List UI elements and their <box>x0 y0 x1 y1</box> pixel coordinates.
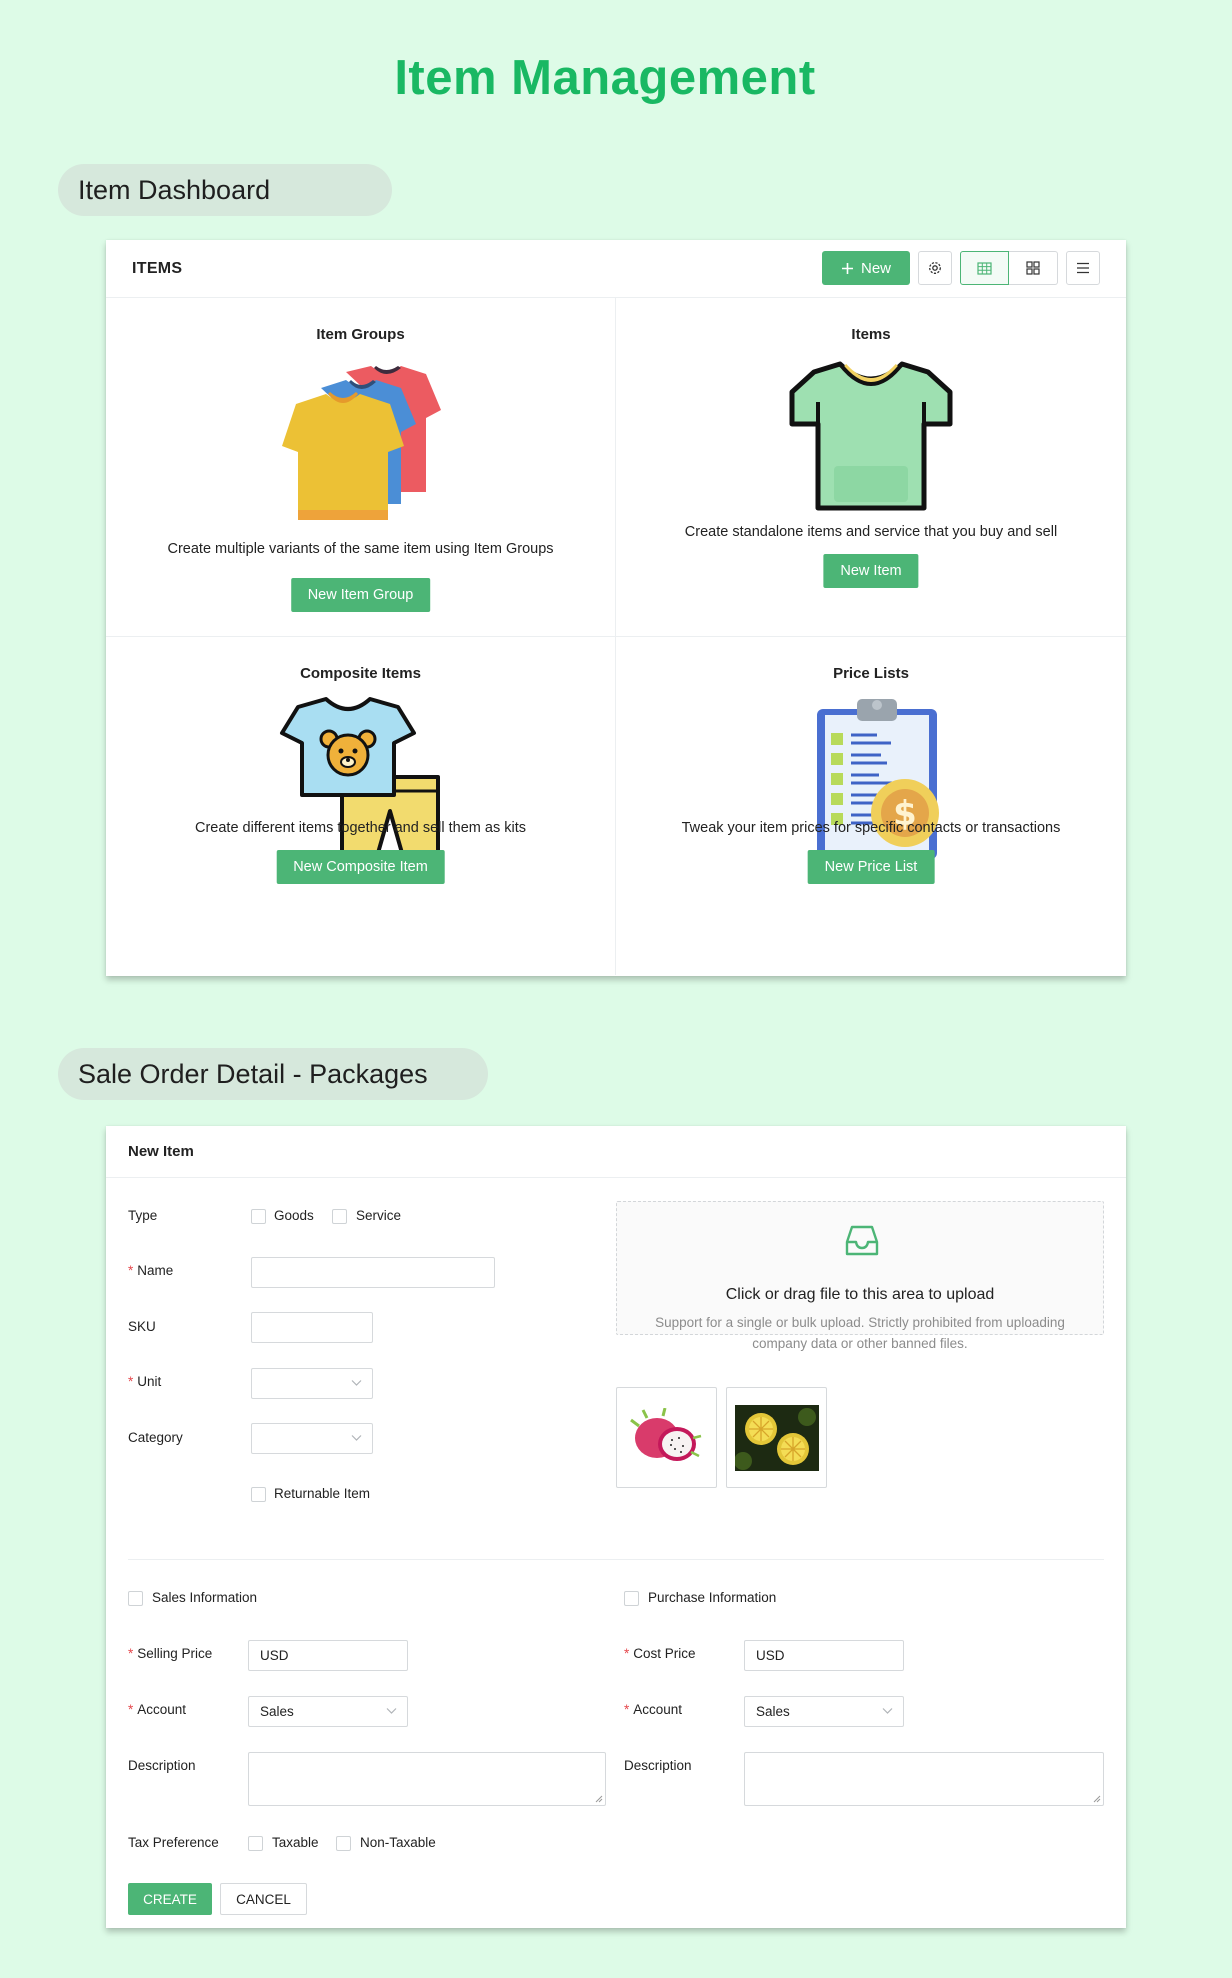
new-item-group-button[interactable]: New Item Group <box>290 578 431 612</box>
items-dashboard-card: ITEMS New Item Groups Create multiple va… <box>106 240 1126 976</box>
new-price-list-button[interactable]: New Price List <box>807 849 935 884</box>
resize-handle-icon <box>1093 1795 1101 1803</box>
card-description: Create different items together and sell… <box>195 819 526 836</box>
form-title: New Item <box>128 1143 194 1160</box>
cost-price-label: * Cost Price <box>624 1646 696 1661</box>
image-thumbnail[interactable] <box>616 1387 717 1488</box>
chevron-down-icon <box>351 1380 362 1386</box>
menu-icon <box>1077 262 1089 274</box>
returnable-label: Returnable Item <box>274 1486 371 1501</box>
sales-information-label: Sales Information <box>152 1590 258 1605</box>
selling-price-value: USD <box>260 1648 289 1663</box>
goods-checkbox[interactable] <box>251 1209 266 1224</box>
menu-button[interactable] <box>1066 251 1100 285</box>
gear-icon <box>929 262 941 274</box>
dashboard-header: ITEMS New <box>106 240 1126 298</box>
shirts-stack-icon <box>281 366 441 520</box>
citrus-fruit-image <box>734 1404 819 1471</box>
image-thumbnail[interactable] <box>726 1387 827 1488</box>
upload-hint: Support for a single or bulk upload. Str… <box>655 1315 1065 1351</box>
sales-description-textarea[interactable] <box>248 1752 606 1806</box>
sku-label: SKU <box>128 1319 156 1334</box>
section-label-form: Sale Order Detail - Packages <box>58 1048 488 1100</box>
view-toggle <box>960 251 1058 285</box>
card-description: Create standalone items and service that… <box>684 524 1058 540</box>
category-label: Category <box>128 1430 183 1445</box>
card-title: Items <box>851 326 891 343</box>
card-title: Item Groups <box>316 326 405 343</box>
table-view-button[interactable] <box>960 251 1009 285</box>
chevron-down-icon <box>882 1708 893 1714</box>
tshirt-icon <box>789 361 953 511</box>
new-item-button[interactable]: New Item <box>823 554 919 588</box>
cost-price-value: USD <box>756 1648 785 1663</box>
unit-label: * Unit <box>128 1374 162 1389</box>
upload-dropzone[interactable]: Click or drag file to this area to uploa… <box>616 1201 1104 1351</box>
dashboard-grid: Item Groups Create multiple variants of … <box>106 298 1126 975</box>
inbox-icon <box>845 1225 879 1256</box>
name-input[interactable] <box>251 1257 495 1288</box>
selling-price-input[interactable]: USD <box>248 1640 408 1671</box>
new-composite-item-button[interactable]: New Composite Item <box>276 849 445 884</box>
purchase-description-label: Description <box>624 1758 692 1773</box>
resize-handle-icon <box>595 1795 603 1803</box>
purchase-information-label: Purchase Information <box>648 1590 777 1605</box>
card-description: Create multiple variants of the same ite… <box>167 541 554 557</box>
tax-preference-label: Tax Preference <box>128 1835 219 1850</box>
purchase-account-select[interactable]: Sales <box>744 1696 904 1727</box>
goods-label: Goods <box>274 1208 314 1223</box>
purchase-description-textarea[interactable] <box>744 1752 1104 1806</box>
sales-description-label: Description <box>128 1758 196 1773</box>
new-button[interactable]: New <box>822 251 910 285</box>
chevron-down-icon <box>351 1435 362 1441</box>
upload-title: Click or drag file to this area to uploa… <box>725 1286 995 1303</box>
card-item-groups: Item Groups Create multiple variants of … <box>106 298 616 637</box>
sales-information-checkbox[interactable] <box>128 1591 143 1606</box>
card-title: Composite Items <box>300 664 421 682</box>
taxable-checkbox[interactable] <box>248 1836 263 1851</box>
purchase-account-label: * Account <box>624 1702 683 1717</box>
price-list-clipboard-icon: $ <box>817 698 939 859</box>
plus-icon <box>841 262 853 274</box>
type-label: Type <box>128 1208 158 1223</box>
grid-view-button[interactable] <box>1009 251 1058 285</box>
card-price-lists: Price Lists $ Tweak your item prices for… <box>616 637 1126 976</box>
cost-price-input[interactable]: USD <box>744 1640 904 1671</box>
section-label-dashboard: Item Dashboard <box>58 164 392 216</box>
card-items: Items Create standalone items and servic… <box>616 298 1126 637</box>
purchase-information-checkbox[interactable] <box>624 1591 639 1606</box>
card-composite-items: Composite Items Create different items t… <box>106 636 616 975</box>
selling-price-label: * Selling Price <box>128 1646 213 1661</box>
category-select[interactable] <box>251 1423 373 1454</box>
non-taxable-checkbox[interactable] <box>336 1836 351 1851</box>
dashboard-title: ITEMS <box>132 259 183 277</box>
new-button-label: New <box>860 259 891 277</box>
dragon-fruit-image <box>629 1407 701 1461</box>
new-item-form: New Item Type Goods Service * Name SKU * U… <box>106 1126 1126 1928</box>
dashboard-toolbar: New <box>822 251 1100 285</box>
purchase-account-value: Sales <box>756 1704 790 1719</box>
create-button[interactable]: CREATE <box>128 1883 212 1915</box>
name-label: * Name <box>128 1263 174 1278</box>
page-title: Item Management <box>394 51 816 105</box>
sales-account-label: * Account <box>128 1702 187 1717</box>
service-checkbox[interactable] <box>332 1209 347 1224</box>
non-taxable-label: Non-Taxable <box>360 1835 436 1850</box>
sales-account-value: Sales <box>260 1704 294 1719</box>
sales-account-select[interactable]: Sales <box>248 1696 408 1727</box>
grid-view-icon <box>1026 261 1040 275</box>
card-title: Price Lists <box>833 664 909 682</box>
sku-input[interactable] <box>251 1312 373 1343</box>
chevron-down-icon <box>386 1708 397 1714</box>
settings-button[interactable] <box>918 251 952 285</box>
unit-select[interactable] <box>251 1368 373 1399</box>
returnable-checkbox[interactable] <box>251 1487 266 1502</box>
service-label: Service <box>356 1208 402 1223</box>
card-description: Tweak your item prices for specific cont… <box>681 819 1061 836</box>
section-divider <box>128 1559 1104 1560</box>
cancel-button[interactable]: CANCEL <box>220 1883 307 1915</box>
table-view-icon <box>977 261 992 275</box>
taxable-label: Taxable <box>272 1835 319 1850</box>
form-header: New Item <box>106 1126 1126 1178</box>
